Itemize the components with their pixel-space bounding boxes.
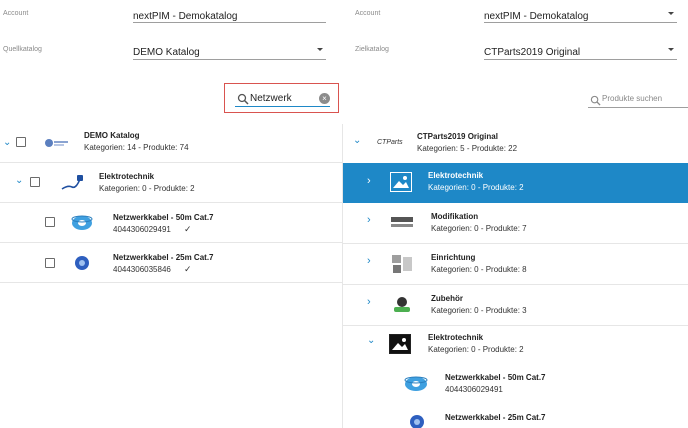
chevron-down-icon[interactable]: ⌄ xyxy=(3,138,11,148)
target-category-row[interactable]: › Zubehör Kategorien: 0 - Produkte: 3 xyxy=(343,285,688,325)
source-catalog-label: Quellkatalog xyxy=(3,46,42,53)
category-checkbox[interactable] xyxy=(30,177,40,187)
chevron-down-icon[interactable]: ⌄ xyxy=(15,176,23,186)
cable-thumbnail xyxy=(403,372,429,394)
target-category-subtitle: Kategorien: 0 - Produkte: 7 xyxy=(431,224,527,233)
target-category-subtitle: Kategorien: 0 - Produkte: 2 xyxy=(428,183,524,192)
account-select-value: nextPIM - Demokatalog xyxy=(133,11,238,22)
source-product-row[interactable]: Netzwerkkabel - 25m Cat.7 4044306035846 … xyxy=(0,244,342,282)
cable-thumbnail xyxy=(72,253,92,273)
target-product-title: Netzwerkkabel - 25m Cat.7 xyxy=(445,413,546,422)
target-category-title: Elektrotechnik xyxy=(428,333,484,342)
chevron-right-icon[interactable]: › xyxy=(367,175,371,187)
search-icon xyxy=(590,93,601,106)
target-root-title: CTParts2019 Original xyxy=(417,132,498,141)
target-root-subtitle: Kategorien: 5 - Produkte: 22 xyxy=(417,144,518,153)
source-category-subtitle: Kategorien: 0 - Produkte: 2 xyxy=(99,184,195,193)
target-category-subtitle: Kategorien: 0 - Produkte: 3 xyxy=(431,306,527,315)
product-checkbox[interactable] xyxy=(45,217,55,227)
source-product-title: Netzwerkkabel - 25m Cat.7 xyxy=(113,253,214,262)
chevron-down-icon[interactable] xyxy=(668,48,674,51)
modifikation-thumbnail xyxy=(390,212,414,234)
divider xyxy=(0,242,342,243)
target-category-row[interactable]: › Einrichtung Kategorien: 0 - Produkte: … xyxy=(343,244,688,284)
source-category-row[interactable]: ⌄ Elektrotechnik Kategorien: 0 - Produkt… xyxy=(0,164,342,202)
ctparts-logo: CTParts xyxy=(377,139,403,146)
target-tree-root-row[interactable]: ⌄ CTParts CTParts2019 Original Kategorie… xyxy=(343,124,688,162)
source-catalog-value: DEMO Katalog xyxy=(133,47,200,58)
chevron-right-icon[interactable]: › xyxy=(367,297,371,308)
chevron-down-icon[interactable]: ⌄ xyxy=(353,136,361,146)
chevron-down-icon[interactable]: ⌄ xyxy=(367,336,375,346)
source-product-row[interactable]: Netzwerkkabel - 50m Cat.7 4044306029491 … xyxy=(0,204,342,242)
account-label: Account xyxy=(355,10,381,17)
source-root-subtitle: Kategorien: 14 - Produkte: 74 xyxy=(84,143,189,152)
target-product-sku: 4044306029491 xyxy=(445,385,503,394)
product-search-box[interactable]: Netzwerk × xyxy=(224,83,339,113)
source-product-sku: 4044306029491 xyxy=(113,225,171,234)
target-category-row[interactable]: › Modifikation Kategorien: 0 - Produkte:… xyxy=(343,203,688,243)
source-root-title: DEMO Katalog xyxy=(84,131,140,140)
search-underline xyxy=(235,105,330,107)
source-tree-root-row[interactable]: ⌄ DEMO Katalog Kategorien: 14 - Produkte… xyxy=(0,124,342,164)
chevron-down-icon[interactable] xyxy=(317,48,323,51)
target-category-title: Elektrotechnik xyxy=(428,171,484,180)
source-catalog-select[interactable]: DEMO Katalog xyxy=(133,42,326,60)
clear-icon[interactable]: × xyxy=(319,93,330,104)
target-product-row[interactable]: Netzwerkkabel - 25m Cat.7 xyxy=(343,404,688,428)
target-category-subtitle: Kategorien: 0 - Produkte: 2 xyxy=(428,345,524,354)
source-product-title: Netzwerkkabel - 50m Cat.7 xyxy=(113,213,214,222)
network-plug-icon xyxy=(60,173,84,193)
demo-katalog-logo xyxy=(43,136,69,150)
divider xyxy=(0,202,342,203)
check-icon: ✓ xyxy=(184,224,192,234)
account-select[interactable]: nextPIM - Demokatalog xyxy=(133,6,326,23)
root-checkbox[interactable] xyxy=(16,137,26,147)
target-category-title: Einrichtung xyxy=(431,253,476,262)
target-category-row[interactable]: ⌄ Elektrotechnik Kategorien: 0 - Produkt… xyxy=(343,326,688,364)
cable-thumbnail xyxy=(70,211,94,233)
target-category-title: Modifikation xyxy=(431,212,479,221)
source-category-title: Elektrotechnik xyxy=(99,172,155,181)
chevron-right-icon[interactable]: › xyxy=(367,256,371,267)
target-catalog-select[interactable]: CTParts2019 Original xyxy=(484,42,677,60)
zubehoer-thumbnail xyxy=(390,294,414,316)
target-catalog-value: CTParts2019 Original xyxy=(484,47,581,58)
account-label: Account xyxy=(3,10,29,17)
image-placeholder-icon xyxy=(389,334,411,354)
product-search-input[interactable]: Netzwerk xyxy=(250,93,292,104)
target-product-title: Netzwerkkabel - 50m Cat.7 xyxy=(445,373,546,382)
check-icon: ✓ xyxy=(184,264,192,274)
target-catalog-label: Zielkatalog xyxy=(355,46,389,53)
einrichtung-thumbnail xyxy=(390,253,414,275)
chevron-down-icon[interactable] xyxy=(668,12,674,15)
target-category-title: Zubehör xyxy=(431,294,463,303)
account-select-value: nextPIM - Demokatalog xyxy=(484,11,589,22)
target-product-row[interactable]: Netzwerkkabel - 50m Cat.7 4044306029491 xyxy=(343,364,688,402)
product-checkbox[interactable] xyxy=(45,258,55,268)
divider xyxy=(0,162,342,163)
cable-thumbnail xyxy=(407,412,427,428)
target-search-box[interactable]: Produkte suchen xyxy=(588,90,688,108)
divider xyxy=(0,282,342,283)
search-icon xyxy=(237,92,249,105)
target-category-row[interactable]: › Elektrotechnik Kategorien: 0 - Produkt… xyxy=(343,163,688,203)
source-product-sku: 4044306035846 xyxy=(113,265,171,274)
target-search-input[interactable]: Produkte suchen xyxy=(602,94,662,103)
image-placeholder-icon xyxy=(390,172,412,192)
chevron-right-icon[interactable]: › xyxy=(367,215,371,226)
account-select[interactable]: nextPIM - Demokatalog xyxy=(484,6,677,23)
target-category-subtitle: Kategorien: 0 - Produkte: 8 xyxy=(431,265,527,274)
